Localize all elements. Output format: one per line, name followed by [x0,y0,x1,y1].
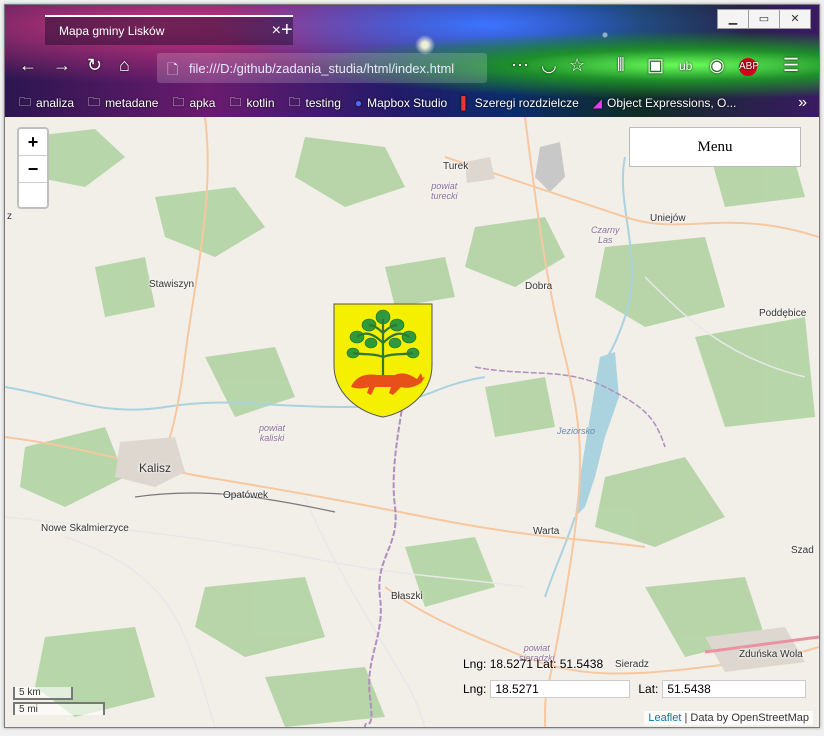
page-icon: 🗋 [167,61,179,77]
zoom-in-button[interactable]: + [19,129,47,156]
window-controls: ▁ ▭ ✕ [717,9,811,29]
place-label: Uniejów [650,213,686,224]
leaflet-link[interactable]: Leaflet [648,712,681,724]
home-icon[interactable]: ⌂ [119,55,130,76]
bookmark-star-icon[interactable]: ☆ [569,55,585,76]
place-label: Błaszki [391,591,423,602]
forest-label: Czarny Las [591,225,620,245]
adblock-icon[interactable]: ABP [739,58,759,76]
attribution: Leaflet | Data by OpenStreetMap [644,711,813,725]
place-label: Zduńska Wola [739,649,803,660]
bookmark-testing[interactable]: 🗀 testing [289,93,341,114]
lat-label: Lat: [638,682,659,696]
close-tab-icon[interactable]: × [272,22,281,40]
bookmark-mapbox-studio[interactable]: ● Mapbox Studio [355,96,447,110]
district-label: powiat kaliski [259,423,286,443]
place-label: Poddębice [759,308,807,319]
pocket-icon[interactable]: ◡ [541,55,557,76]
maximize-button[interactable]: ▭ [748,9,780,29]
map-tiles [5,117,819,727]
coordinate-form: Lng: Lat: [463,679,807,699]
coat-of-arms-marker[interactable] [333,303,433,419]
bookmark-analiza[interactable]: 🗀 analiza [19,93,74,114]
back-icon[interactable]: ← [19,55,37,76]
bookmark-object-expressions[interactable]: ◢ Object Expressions, O... [593,96,737,110]
folder-icon: 🗀 [88,94,101,109]
bookmark-metadane[interactable]: 🗀 metadane [88,93,158,114]
place-label: Sieradz [615,659,649,670]
place-label: Szad [791,545,814,556]
place-label: z [7,211,12,222]
place-label: Warta [533,526,560,537]
place-label: Dobra [525,281,553,292]
folder-icon: 🗀 [19,94,32,109]
attribution-text: | Data by OpenStreetMap [681,712,809,724]
hamburger-menu-icon[interactable]: ☰ [783,55,799,76]
forward-icon[interactable]: → [53,55,71,76]
navigation-bar: ← → ↻ ⌂ 🗋 file:///D:/github/zadania_stud… [5,51,819,85]
scale-bar: 5 km 5 mi [13,687,105,715]
browser-tab[interactable]: Mapa gminy Lisków × [45,15,293,45]
lng-label: Lng: [463,682,487,696]
zoom-control-extra [19,183,47,207]
bookmarks-bar: 🗀 analiza 🗀 metadane 🗀 apka 🗀 kotlin 🗀 testin… [5,91,819,115]
bookmarks-overflow-icon[interactable]: » [798,94,807,112]
map-container[interactable]: Turek Uniejów Stawiszyn Dobra Poddębice … [5,117,819,727]
more-actions-icon[interactable]: ⋯ [511,55,529,76]
bookmark-page-icon: ▌ [461,96,470,110]
browser-chrome: Mapa gminy Lisków × + ▁ ▭ ✕ ← → ↻ ⌂ 🗋 fi… [5,5,819,117]
place-label: Turek [443,161,469,172]
zoom-control: + − [17,127,49,209]
scale-mi: 5 mi [13,702,105,715]
bookmark-kotlin[interactable]: 🗀 kotlin [229,93,274,114]
close-window-button[interactable]: ✕ [779,9,811,29]
kotlin-icon: ◢ [592,96,602,110]
mapbox-icon: ● [354,96,363,110]
menu-button[interactable]: Menu [629,127,801,167]
place-label: Opatówek [223,490,269,501]
lng-input[interactable] [490,680,631,698]
place-label: Kalisz [139,461,172,475]
place-label: Stawiszyn [149,279,195,290]
url-text: file:///D:/github/zadania_studia/html/in… [189,61,455,76]
cursor-coordinates: Lng: 18.5271 Lat: 51.5438 [463,657,604,671]
place-label: Nowe Skalmierzyce [41,523,129,534]
folder-icon: 🗀 [229,94,242,109]
browser-window: Mapa gminy Lisków × + ▁ ▭ ✕ ← → ↻ ⌂ 🗋 fi… [4,4,820,728]
folder-icon: 🗀 [288,94,301,109]
lake-label: Jeziorsko [557,426,596,436]
tab-title: Mapa gminy Lisków [59,24,165,38]
reload-icon[interactable]: ↻ [87,55,102,76]
district-label: powiat turecki [431,181,458,201]
sidebar-icon[interactable]: ▣ [647,55,664,76]
library-icon[interactable]: ⫴ [617,55,625,76]
bookmark-szeregi-rozdzielcze[interactable]: ▌ Szeregi rozdzielcze [461,96,579,110]
bookmark-apka[interactable]: 🗀 apka [172,93,215,114]
account-icon[interactable]: ◉ [709,55,725,76]
folder-icon: 🗀 [172,94,185,109]
minimize-button[interactable]: ▁ [717,9,749,29]
extension-icon[interactable]: ub [679,59,692,73]
scale-km: 5 km [13,687,73,700]
lat-input[interactable] [662,680,807,698]
zoom-out-button[interactable]: − [19,156,47,183]
new-tab-icon[interactable]: + [281,19,293,42]
address-bar[interactable]: 🗋 file:///D:/github/zadania_studia/html/… [157,53,487,83]
